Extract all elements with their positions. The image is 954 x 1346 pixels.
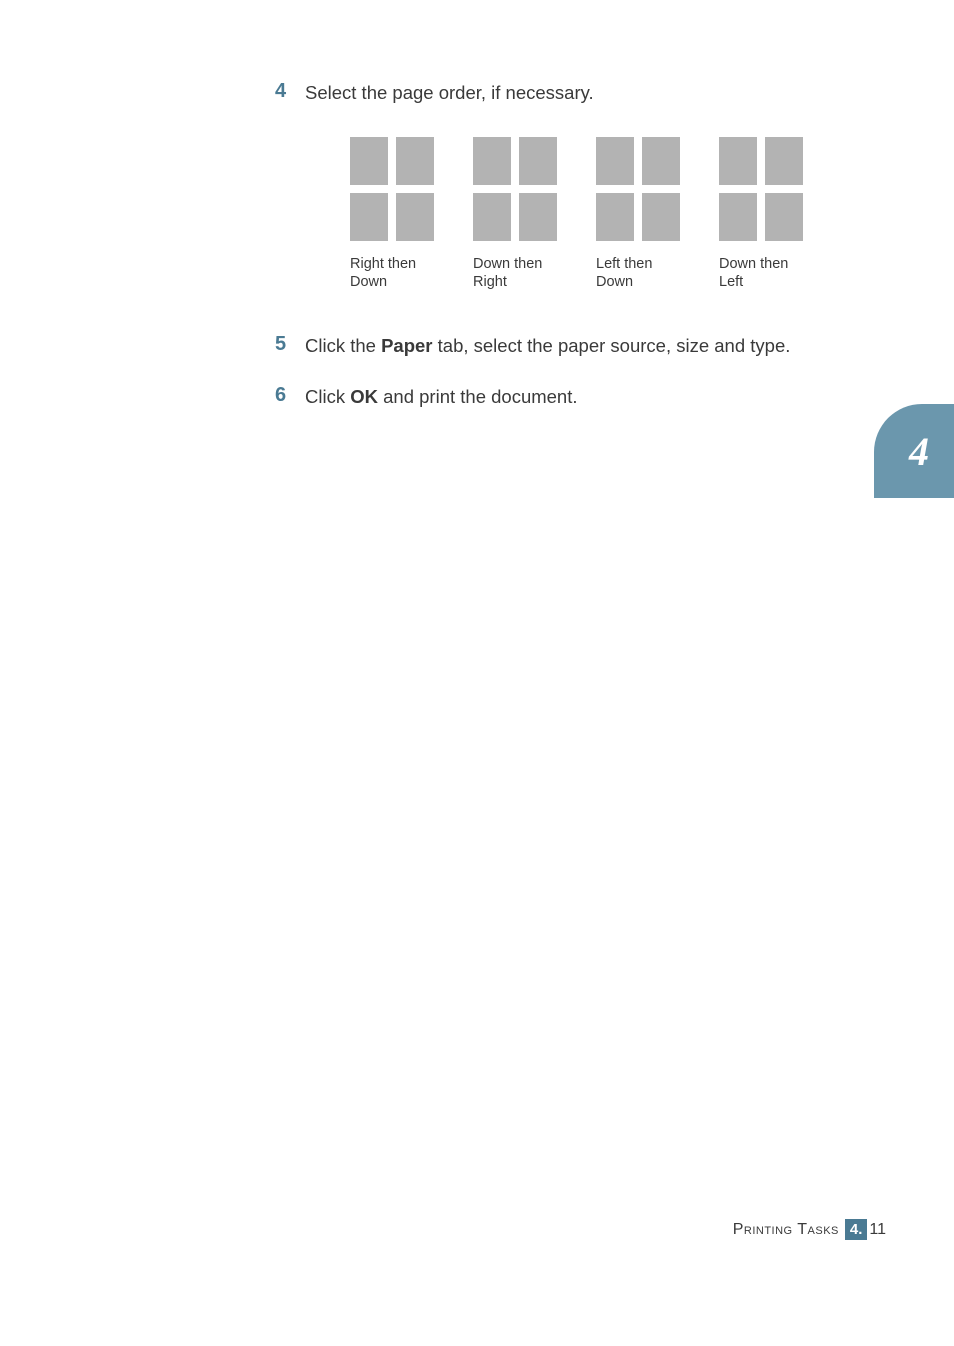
layout-block — [396, 193, 434, 241]
step-text: Select the page order, if necessary. — [305, 78, 594, 107]
layout-block — [765, 137, 803, 185]
step-6: 6 Click OK and print the document. — [275, 382, 875, 411]
step-number: 5 — [275, 331, 305, 357]
layout-thumbnail — [350, 137, 434, 241]
layout-thumbnail — [473, 137, 557, 241]
layout-block — [642, 137, 680, 185]
layout-block — [396, 137, 434, 185]
step-5: 5 Click the Paper tab, select the paper … — [275, 331, 875, 360]
layout-block — [473, 193, 511, 241]
step-number: 6 — [275, 382, 305, 408]
page-footer: Printing Tasks 4.11 — [733, 1219, 886, 1240]
chapter-number: 4 — [899, 428, 929, 475]
layout-block — [473, 137, 511, 185]
page-order-layouts: Right then Down Down then Right — [350, 137, 875, 291]
content-area: 4 Select the page order, if necessary. R… — [275, 78, 875, 433]
layout-left-then-down: Left then Down — [596, 137, 684, 291]
layout-right-then-down: Right then Down — [350, 137, 438, 291]
layout-label: Down then Left — [719, 255, 788, 291]
layout-block — [719, 137, 757, 185]
layout-down-then-left: Down then Left — [719, 137, 807, 291]
step-text: Click the Paper tab, select the paper so… — [305, 331, 790, 360]
layout-block — [719, 193, 757, 241]
footer-section-title: Printing Tasks — [733, 1221, 839, 1239]
layout-label: Right then Down — [350, 255, 416, 291]
step-4: 4 Select the page order, if necessary. — [275, 78, 875, 107]
footer-chapter-badge: 4. — [845, 1219, 868, 1240]
step-text: Click OK and print the document. — [305, 382, 578, 411]
chapter-tab: 4 — [874, 404, 954, 498]
layout-block — [765, 193, 803, 241]
layout-block — [596, 193, 634, 241]
layout-thumbnail — [596, 137, 680, 241]
layout-block — [642, 193, 680, 241]
layout-block — [519, 193, 557, 241]
layout-block — [596, 137, 634, 185]
layout-label: Left then Down — [596, 255, 652, 291]
layout-thumbnail — [719, 137, 803, 241]
layout-block — [519, 137, 557, 185]
step-number: 4 — [275, 78, 305, 104]
layout-down-then-right: Down then Right — [473, 137, 561, 291]
footer-page-number: 11 — [869, 1221, 886, 1239]
layout-label: Down then Right — [473, 255, 542, 291]
layout-block — [350, 137, 388, 185]
layout-block — [350, 193, 388, 241]
